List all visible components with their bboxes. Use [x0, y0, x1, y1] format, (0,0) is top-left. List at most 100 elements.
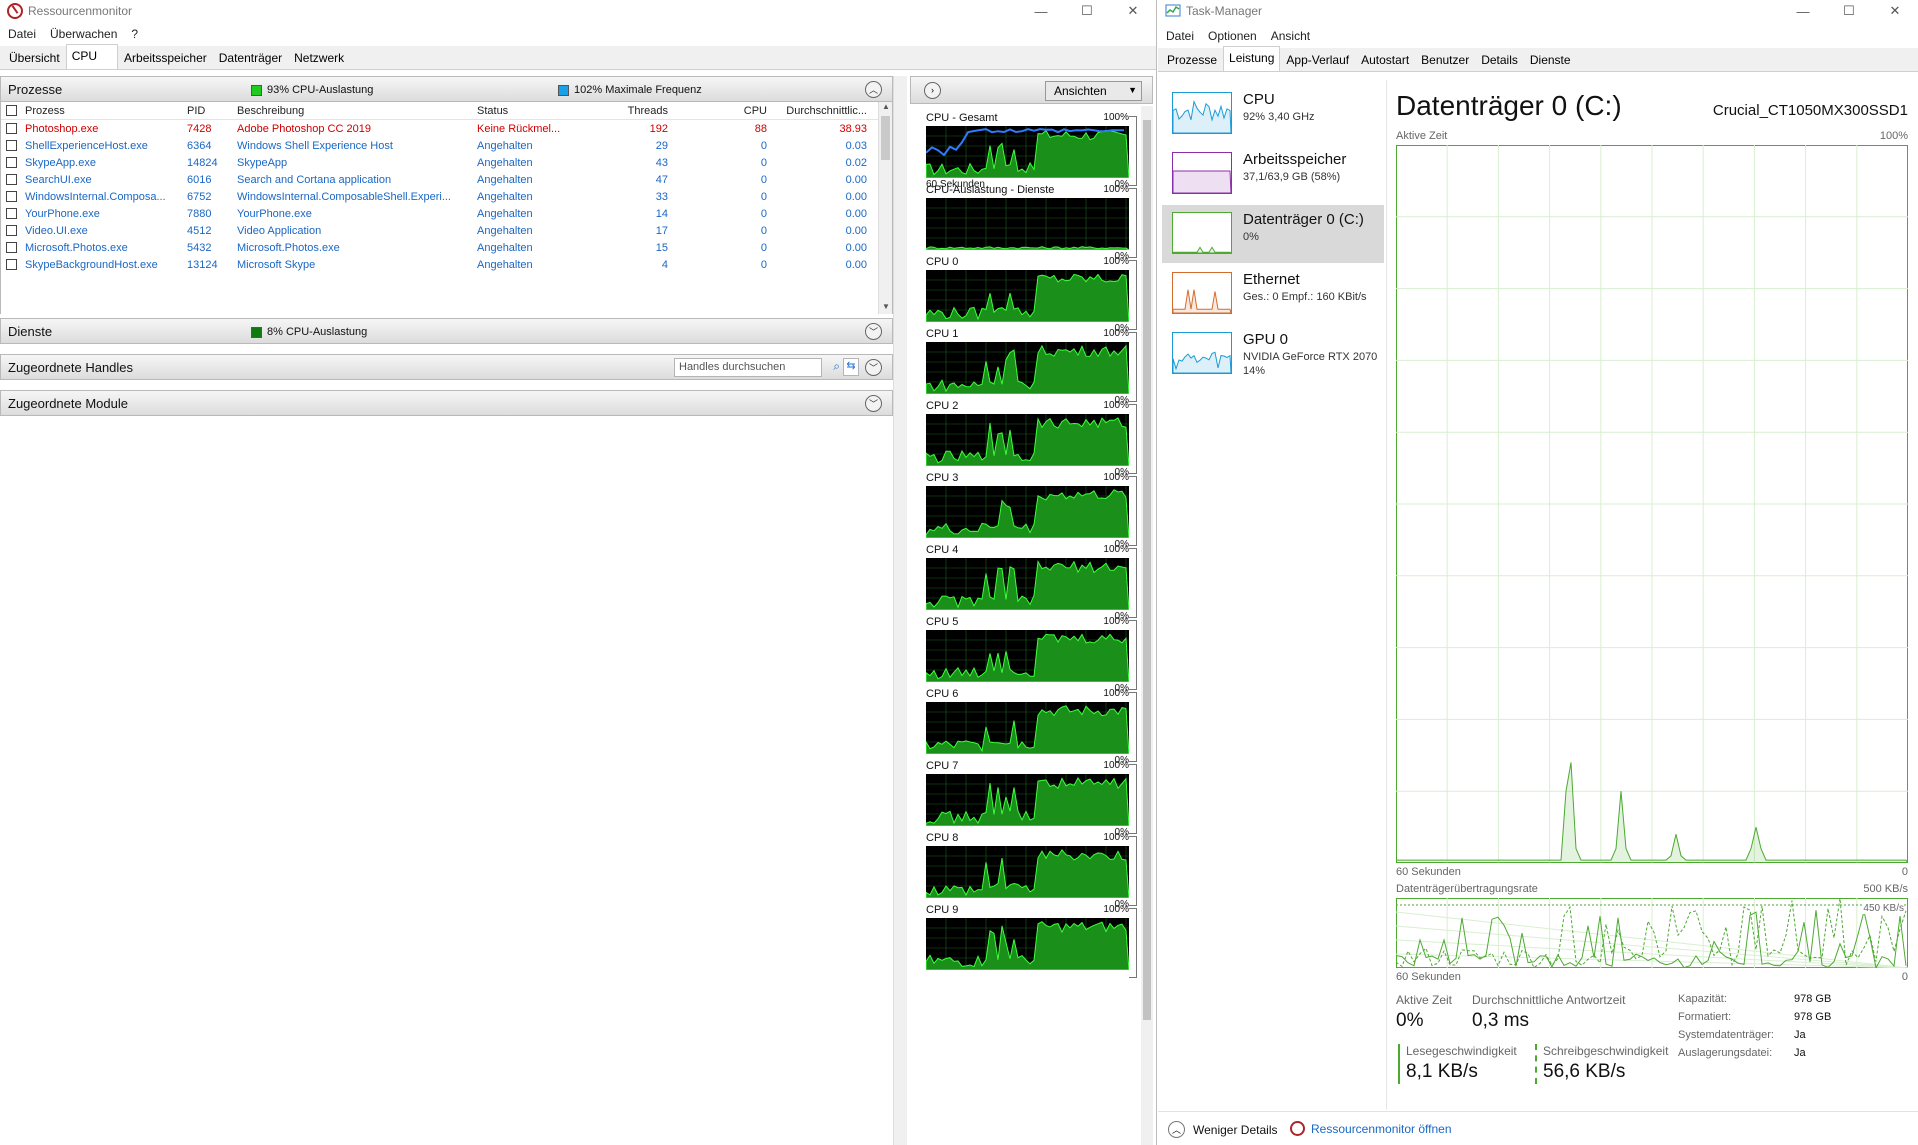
process-checkbox[interactable] [1, 225, 21, 236]
main-scrollbar[interactable] [893, 76, 907, 1145]
process-checkbox[interactable] [1, 191, 21, 202]
graph-bracket [1129, 620, 1137, 690]
scroll-up-icon[interactable]: ▲ [879, 102, 892, 114]
ethernet-thumbnail-line [1172, 289, 1232, 314]
process-avg-cpu: 0.00 [845, 241, 867, 254]
process-row[interactable]: Photoshop.exe 7428 Adobe Photoshop CC 2019… [1, 120, 892, 137]
tm-minimize-button[interactable]: — [1780, 0, 1826, 22]
tab-cpu[interactable]: CPU [65, 44, 119, 69]
tab-benutzer[interactable]: Benutzer [1415, 48, 1475, 71]
processes-header[interactable]: Prozesse 93% CPU-Auslastung 102% Maximal… [0, 76, 893, 102]
sidebar-item-ethernet[interactable]: Ethernet Ges.: 0 Empf.: 160 KBit/s [1162, 265, 1384, 323]
process-row[interactable]: Video.UI.exe 4512 Video Application Angehal… [1, 222, 892, 239]
disk-thumbnail-line [1172, 246, 1233, 254]
graph-panel-scrollbar[interactable] [1141, 106, 1153, 1145]
col-header-beschreibung[interactable]: Beschreibung [233, 105, 473, 117]
process-checkbox[interactable] [1, 157, 21, 168]
sidebar-item-title: Datenträger 0 (C:) [1243, 211, 1364, 228]
tab-netzwerk[interactable]: Netzwerk [288, 46, 350, 69]
transfer-rate-axis-min: 0 [1901, 971, 1908, 983]
graph-max-label: 100% [1103, 904, 1129, 915]
expand-services-icon[interactable]: ﹀ [865, 323, 882, 340]
tab-arbeitsspeicher[interactable]: Arbeitsspeicher [118, 46, 213, 69]
processes-cpu-usage: 93% CPU-Auslastung [251, 84, 373, 96]
tab-leistung[interactable]: Leistung [1223, 46, 1281, 71]
process-status: Angehalten [477, 241, 533, 254]
sidebar-item-cpu[interactable]: CPU 92% 3,40 GHz [1162, 85, 1384, 143]
expand-modules-icon[interactable]: ﹀ [865, 395, 882, 412]
fewer-details-button[interactable]: ︿ Weniger Details [1168, 1121, 1277, 1138]
tab-uebersicht[interactable]: Übersicht [3, 46, 66, 69]
process-row[interactable]: SkypeBackgroundHost.exe 13124 Microsoft Sk… [1, 256, 892, 273]
graph-label: CPU 7 [926, 760, 959, 772]
process-checkbox[interactable] [1, 259, 21, 270]
col-header-status[interactable]: Status [473, 105, 573, 117]
process-row[interactable]: YourPhone.exe 7880 YourPhone.exe Angehalten… [1, 205, 892, 222]
scroll-thumb[interactable] [881, 116, 890, 160]
process-checkbox[interactable] [1, 123, 21, 134]
modules-header[interactable]: Zugeordnete Module ﹀ [0, 390, 893, 416]
cpu-graph: CPU 2 100% 0% [926, 400, 1137, 478]
process-description: Microsoft.Photos.exe [237, 241, 340, 254]
menu-help[interactable]: ? [131, 27, 138, 41]
col-header-cpu[interactable]: CPU [672, 105, 771, 117]
sidebar-item-memory[interactable]: Arbeitsspeicher 37,1/63,9 GB (58%) [1162, 145, 1384, 203]
select-all-checkbox[interactable] [1, 105, 21, 116]
graph-scroll-thumb[interactable] [1143, 120, 1151, 1020]
processes-scrollbar[interactable]: ▲ ▼ [878, 102, 892, 314]
tab-dienste[interactable]: Dienste [1524, 48, 1577, 71]
handles-search-input[interactable]: Handles durchsuchen [674, 358, 822, 377]
menu-datei[interactable]: Datei [8, 27, 36, 41]
process-row[interactable]: SearchUI.exe 6016 Search and Cortana appli… [1, 171, 892, 188]
expand-handles-icon[interactable]: ﹀ [865, 359, 882, 376]
tm-footer: ︿ Weniger Details Ressourcenmonitor öffn… [1158, 1111, 1918, 1145]
process-checkbox[interactable] [1, 208, 21, 219]
collapse-processes-icon[interactable]: ︿ [865, 81, 882, 98]
graph-max-label: 100% [1103, 400, 1129, 411]
process-row[interactable]: Microsoft.Photos.exe 5432 Microsoft.Photos… [1, 239, 892, 256]
tab-prozesse[interactable]: Prozesse [1161, 48, 1223, 71]
active-time-axis-max: 100% [1879, 130, 1908, 142]
menu-ueberwachen[interactable]: Überwachen [50, 27, 117, 41]
collapse-graph-panel-icon[interactable]: › [924, 82, 941, 99]
process-checkbox[interactable] [1, 242, 21, 253]
graph-max-label: 100% [1103, 832, 1129, 843]
graph-plot [926, 702, 1129, 754]
col-header-prozess[interactable]: Prozess [21, 105, 183, 117]
tm-maximize-button[interactable]: ☐ [1826, 0, 1872, 22]
process-row[interactable]: ShellExperienceHost.exe 6364 Windows Shell… [1, 137, 892, 154]
cpu-graph: CPU 6 100% 0% [926, 688, 1137, 766]
handles-header[interactable]: Zugeordnete Handles Handles durchsuchen … [0, 354, 893, 380]
process-row[interactable]: WindowsInternal.Composa... 6752 WindowsInt… [1, 188, 892, 205]
close-button[interactable]: ✕ [1110, 0, 1156, 22]
sidebar-item-gpu[interactable]: GPU 0 NVIDIA GeForce RTX 2070 14% [1162, 325, 1384, 383]
info-formatted-value: 978 GB [1794, 1011, 1832, 1023]
minimize-button[interactable]: — [1018, 0, 1064, 22]
tm-menu-ansicht[interactable]: Ansicht [1271, 29, 1310, 43]
process-checkbox[interactable] [1, 174, 21, 185]
tm-menu-datei[interactable]: Datei [1166, 29, 1194, 43]
services-header[interactable]: Dienste 8% CPU-Auslastung ﹀ [0, 318, 893, 344]
process-row[interactable]: SkypeApp.exe 14824 SkypeApp Angehalten 43 0 0.… [1, 154, 892, 171]
col-header-threads[interactable]: Threads [573, 105, 672, 117]
process-checkbox[interactable] [1, 140, 21, 151]
tab-autostart[interactable]: Autostart [1355, 48, 1415, 71]
sidebar-item-disk[interactable]: Datenträger 0 (C:) 0% [1162, 205, 1384, 263]
tm-close-button[interactable]: ✕ [1872, 0, 1918, 22]
process-threads: 4 [661, 258, 668, 271]
views-dropdown[interactable]: Ansichten [1045, 81, 1142, 101]
tab-app-verlauf[interactable]: App-Verlauf [1280, 48, 1355, 71]
process-threads: 17 [655, 224, 668, 237]
maximize-button[interactable]: ☐ [1064, 0, 1110, 22]
col-header-pid[interactable]: PID [183, 105, 233, 117]
scroll-down-icon[interactable]: ▼ [879, 302, 892, 314]
search-icon[interactable]: ⌕ [833, 359, 840, 374]
tab-details[interactable]: Details [1475, 48, 1524, 71]
process-name: Video.UI.exe [25, 224, 88, 237]
open-resmon-link[interactable]: Ressourcenmonitor öffnen [1290, 1121, 1452, 1136]
tab-datentraeger[interactable]: Datenträger [213, 46, 288, 69]
tm-menu-optionen[interactable]: Optionen [1208, 29, 1257, 43]
resource-monitor-window: Ressourcenmonitor — ☐ ✕ Datei Überwachen… [0, 0, 1157, 1145]
col-header-avg[interactable]: Durchschnittlic... [771, 105, 871, 117]
refresh-icon[interactable]: ⇆ [843, 358, 859, 376]
